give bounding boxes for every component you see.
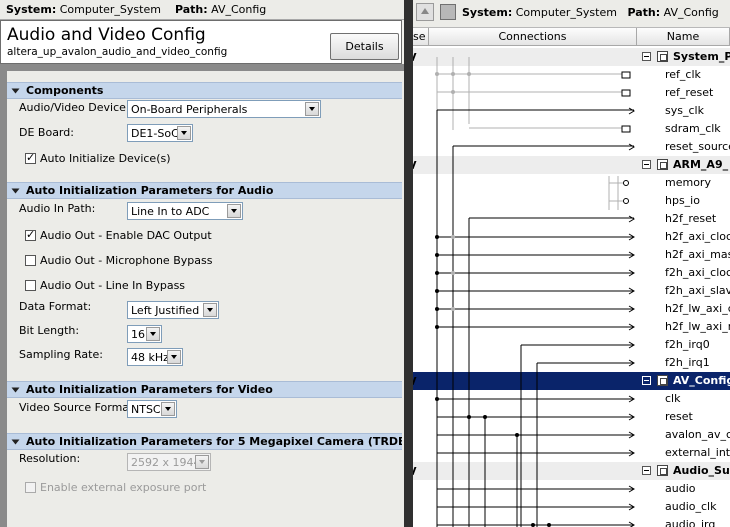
junction-dot — [435, 397, 439, 401]
junction-dot — [467, 72, 471, 76]
section-title: Auto Initialization Parameters for 5 Meg… — [26, 435, 402, 448]
section-components[interactable]: Components — [7, 82, 402, 99]
component-subtitle: altera_up_avalon_audio_and_video_config — [7, 46, 228, 58]
junction-dot — [451, 90, 455, 94]
checkbox-icon — [25, 255, 36, 266]
junction-dot — [435, 325, 439, 329]
expand-arrow-icon — [11, 439, 20, 444]
audio-in-value: Line In to ADC — [131, 204, 210, 218]
expand-arrow-icon — [11, 88, 20, 93]
mic-bypass-checkbox[interactable]: Audio Out - Microphone Bypass — [25, 254, 212, 267]
arrow-icon — [628, 107, 635, 115]
de-board-label: DE Board: — [19, 126, 74, 139]
bit-length-value: 16 — [131, 327, 145, 341]
system-contents-panel: System: Computer_System Path: AV_Config … — [413, 0, 730, 527]
chevron-down-icon — [195, 455, 209, 469]
line-bypass-label: Audio Out - Line In Bypass — [40, 279, 186, 292]
chevron-down-icon — [227, 204, 241, 218]
junction-dot — [435, 72, 439, 76]
port-icon — [621, 71, 631, 79]
chevron-down-icon — [167, 350, 181, 364]
audio-in-label: Audio In Path: — [19, 202, 96, 215]
de-board-value: DE1-SoC — [131, 126, 179, 140]
section-title: Auto Initialization Parameters for Video — [26, 383, 273, 396]
splitter[interactable] — [404, 0, 413, 527]
connection-wires — [435, 57, 635, 527]
arrow-icon — [628, 215, 635, 223]
component-editor-panel: System: Computer_System Path: AV_Config … — [0, 0, 404, 527]
section-title: Auto Initialization Parameters for Audio — [26, 184, 274, 197]
junction-dot — [623, 198, 629, 204]
system-label: System: — [6, 3, 57, 16]
junction-dot — [435, 235, 439, 239]
audio-in-select[interactable]: Line In to ADC — [127, 202, 243, 220]
junction-dot — [467, 415, 471, 419]
port-icon — [621, 89, 631, 97]
auto-init-checkbox[interactable]: Auto Initialize Device(s) — [25, 151, 171, 165]
section-audio[interactable]: Auto Initialization Parameters for Audio — [7, 182, 402, 199]
resolution-label: Resolution: — [19, 452, 81, 465]
checkbox-icon — [25, 280, 36, 291]
auto-init-label: Auto Initialize Device(s) — [40, 152, 171, 165]
junction-dot — [531, 523, 535, 527]
video-source-label: Video Source Format: — [19, 401, 138, 414]
dac-output-checkbox[interactable]: Audio Out - Enable DAC Output — [25, 228, 212, 242]
bit-length-label: Bit Length: — [19, 324, 80, 337]
sampling-rate-label: Sampling Rate: — [19, 348, 103, 361]
data-format-label: Data Format: — [19, 300, 92, 313]
video-source-select[interactable]: NTSC — [127, 400, 177, 418]
expand-arrow-icon — [11, 188, 20, 193]
data-format-select[interactable]: Left Justified — [127, 301, 219, 319]
junction-dot — [451, 307, 455, 311]
chevron-down-icon — [177, 126, 191, 140]
resolution-select[interactable]: 2592 x 1944 — [127, 453, 211, 471]
section-camera[interactable]: Auto Initialization Parameters for 5 Meg… — [7, 433, 402, 450]
line-bypass-checkbox[interactable]: Audio Out - Line In Bypass — [25, 279, 185, 292]
path-label: Path: — [174, 3, 208, 16]
arrow-icon — [628, 143, 635, 151]
av-device-value: On-Board Peripherals — [131, 102, 248, 116]
resolution-value: 2592 x 1944 — [131, 455, 201, 469]
chevron-down-icon — [146, 327, 160, 341]
exposure-port-checkbox[interactable]: Enable external exposure port — [25, 481, 206, 494]
path-bar: System: Computer_System Path: AV_Config — [0, 0, 404, 20]
exposure-port-label: Enable external exposure port — [40, 481, 207, 494]
section-title: Components — [26, 84, 104, 97]
junction-dot — [451, 271, 455, 275]
chevron-down-icon — [161, 402, 175, 416]
junction-dot — [451, 72, 455, 76]
junction-dot — [435, 307, 439, 311]
expand-arrow-icon — [11, 387, 20, 392]
junction-dot — [435, 271, 439, 275]
av-device-select[interactable]: On-Board Peripherals — [127, 100, 321, 118]
section-video[interactable]: Auto Initialization Parameters for Video — [7, 381, 402, 398]
junction-dot — [623, 180, 629, 186]
de-board-select[interactable]: DE1-SoC — [127, 124, 193, 142]
details-button[interactable]: Details — [330, 33, 399, 60]
junction-dot — [435, 253, 439, 257]
av-device-label: Audio/Video Device: — [19, 101, 130, 114]
junction-dot — [435, 289, 439, 293]
junction-dot — [451, 235, 455, 239]
dac-output-label: Audio Out - Enable DAC Output — [40, 229, 212, 242]
chevron-down-icon — [305, 102, 319, 116]
path-value: AV_Config — [211, 3, 267, 16]
checkbox-icon — [25, 482, 36, 493]
junction-dot — [547, 523, 551, 527]
chevron-down-icon — [203, 303, 217, 317]
data-format-value: Left Justified — [131, 303, 200, 317]
checkbox-checked-icon — [25, 228, 36, 241]
mic-bypass-label: Audio Out - Microphone Bypass — [40, 254, 213, 267]
port-icon — [621, 125, 631, 133]
sampling-rate-select[interactable]: 48 kHz — [127, 348, 183, 366]
video-source-value: NTSC — [131, 402, 161, 416]
component-title: Audio and Video Config — [7, 25, 206, 45]
checkbox-checked-icon — [25, 151, 36, 164]
sampling-rate-value: 48 kHz — [131, 350, 169, 364]
system-value: Computer_System — [59, 3, 161, 16]
bit-length-select[interactable]: 16 — [127, 325, 162, 343]
